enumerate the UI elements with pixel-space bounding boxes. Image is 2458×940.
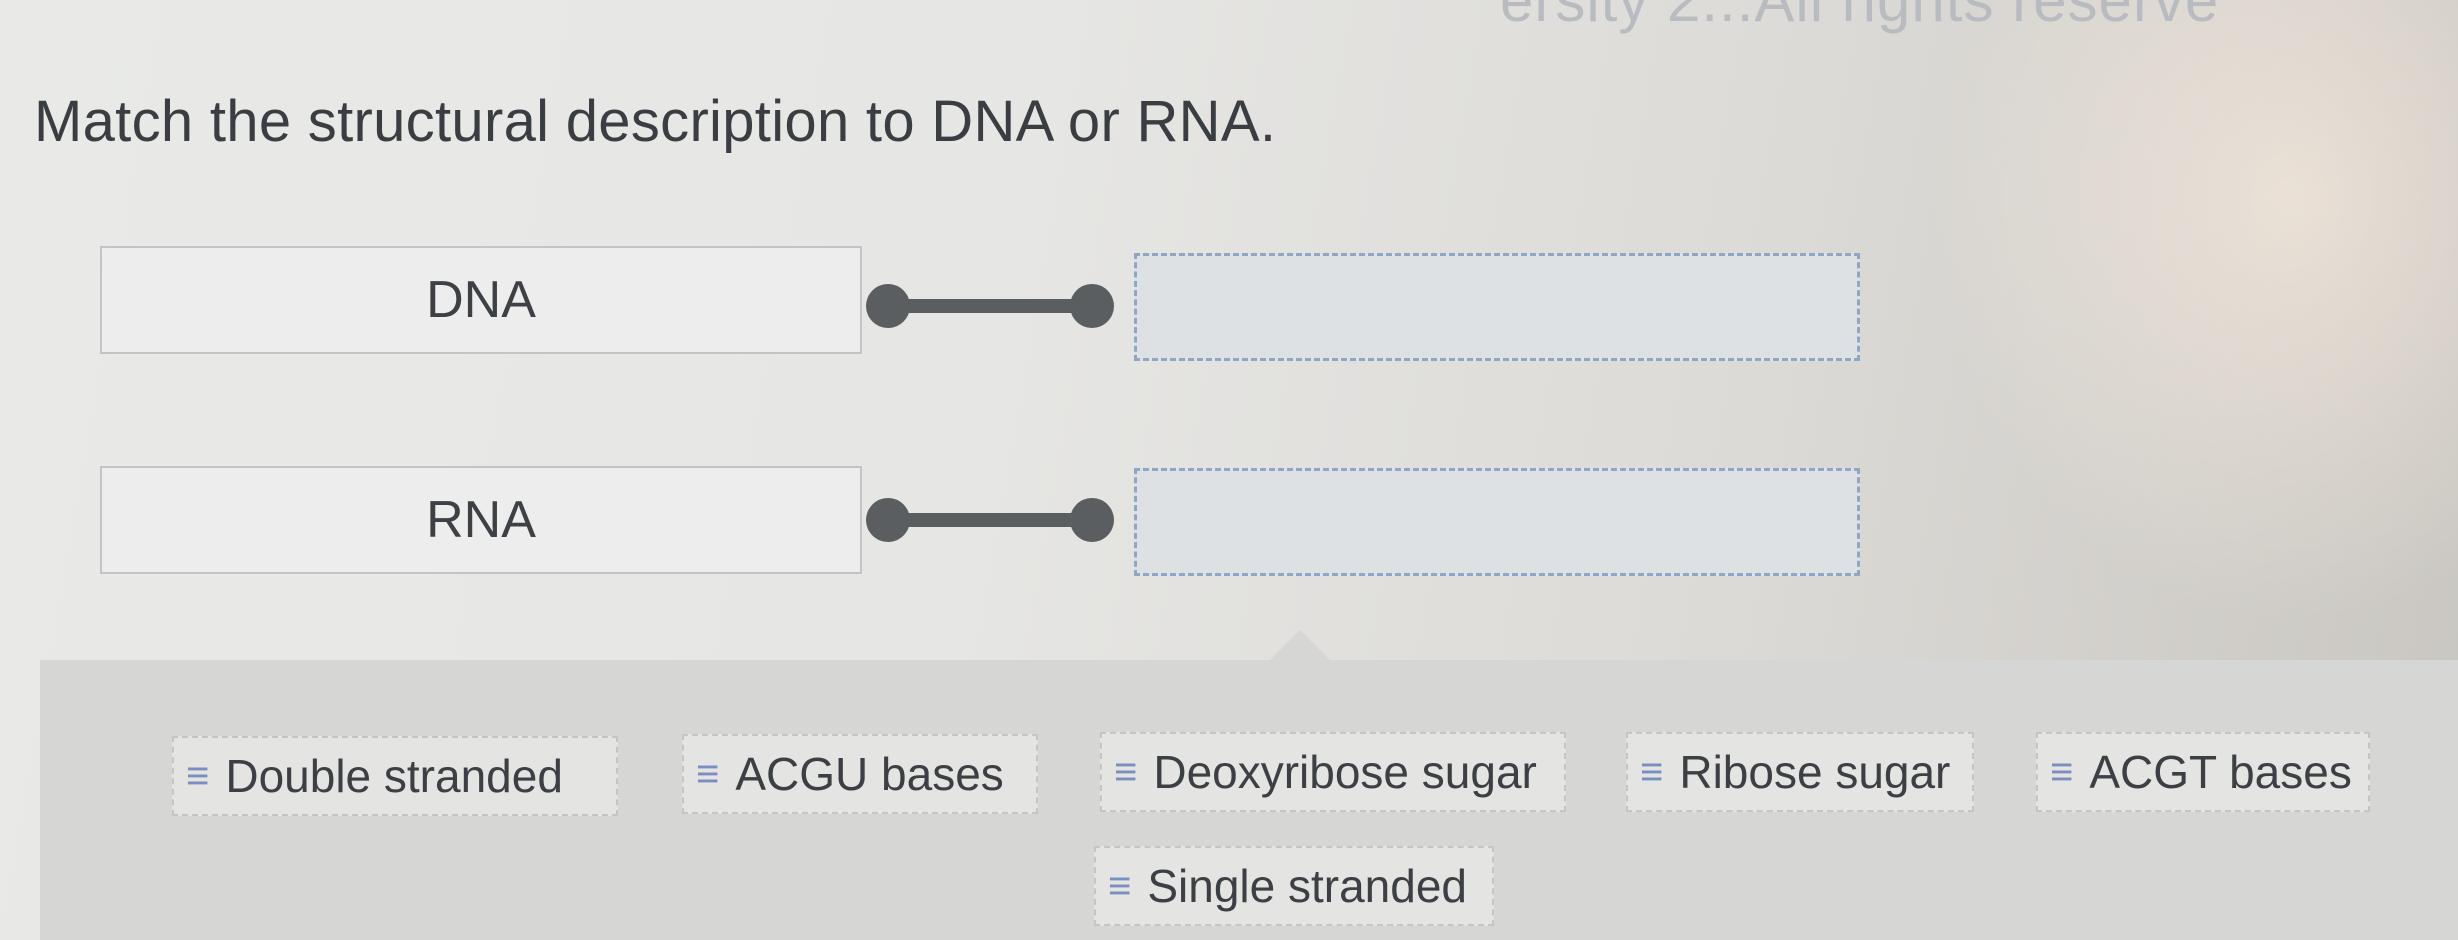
choice-label: Double stranded — [225, 750, 563, 802]
drag-handle-icon: ≡ — [1114, 750, 1138, 794]
drag-handle-icon: ≡ — [186, 754, 210, 798]
choice-acgt-bases[interactable]: ≡ ACGT bases — [2036, 732, 2370, 812]
connector-dot — [1070, 284, 1114, 328]
term-rna: RNA — [100, 466, 862, 574]
copyright-strip: ersity 2...All rights reserve — [1500, 0, 2220, 34]
term-label: DNA — [426, 271, 536, 329]
connector-line — [886, 299, 1094, 313]
drop-zone-dna[interactable] — [1134, 253, 1860, 361]
term-label: RNA — [426, 491, 536, 549]
light-glare — [1898, 0, 2458, 660]
tray-pointer — [1270, 630, 1330, 660]
drop-zone-rna[interactable] — [1134, 468, 1860, 576]
choice-label: ACGT bases — [2089, 746, 2352, 798]
choice-double-stranded[interactable]: ≡ Double stranded — [172, 736, 618, 816]
connector-dot — [1070, 498, 1114, 542]
question-prompt: Match the structural description to DNA … — [34, 89, 1277, 154]
choice-deoxyribose-sugar[interactable]: ≡ Deoxyribose sugar — [1100, 732, 1566, 812]
choice-label: Single stranded — [1147, 860, 1468, 912]
choice-acgu-bases[interactable]: ≡ ACGU bases — [682, 734, 1038, 814]
choice-label: ACGU bases — [735, 748, 1004, 800]
drag-handle-icon: ≡ — [1640, 750, 1664, 794]
term-dna: DNA — [100, 246, 862, 354]
connector-dna — [866, 284, 1114, 328]
choice-label: Deoxyribose sugar — [1153, 746, 1537, 798]
connector-rna — [866, 498, 1114, 542]
choice-single-stranded[interactable]: ≡ Single stranded — [1094, 846, 1494, 926]
connector-dot — [866, 498, 910, 542]
choice-label: Ribose sugar — [1679, 746, 1951, 798]
choice-ribose-sugar[interactable]: ≡ Ribose sugar — [1626, 732, 1974, 812]
connector-line — [886, 513, 1094, 527]
drag-handle-icon: ≡ — [696, 752, 720, 796]
connector-dot — [866, 284, 910, 328]
drag-handle-icon: ≡ — [1108, 864, 1132, 908]
drag-handle-icon: ≡ — [2050, 750, 2074, 794]
